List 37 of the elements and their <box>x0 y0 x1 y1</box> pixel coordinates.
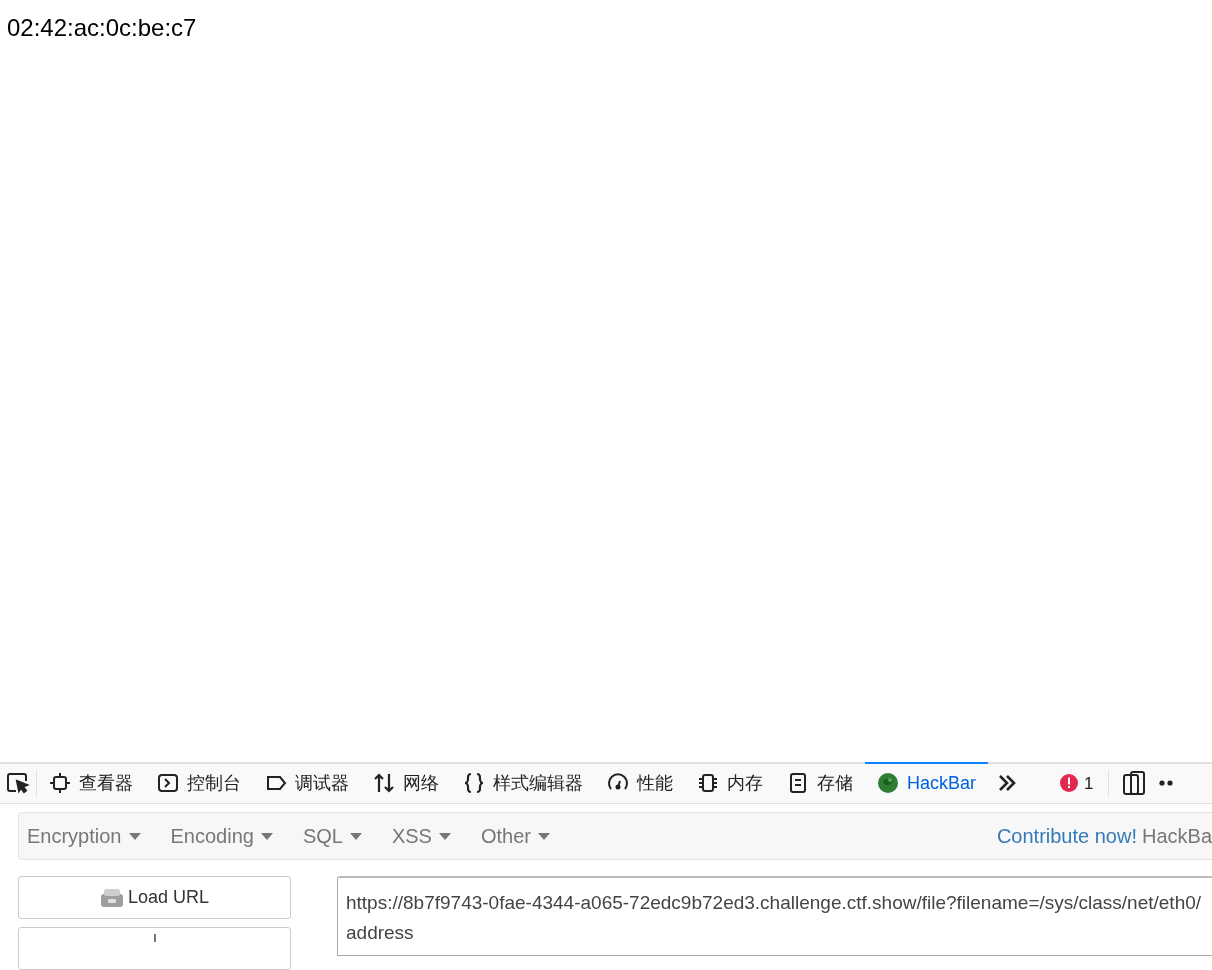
caret-icon <box>260 832 273 840</box>
chip-icon <box>697 772 719 795</box>
caret-icon <box>438 832 451 840</box>
console-icon <box>157 772 179 795</box>
contribute-link[interactable]: Contribute now! <box>996 821 1137 851</box>
error-count: 1 <box>1084 772 1094 795</box>
devtools-tab[interactable]: 查看器 <box>37 763 145 803</box>
extension-logo-icon <box>877 772 899 795</box>
menu-dropdown[interactable]: Encoding <box>170 821 273 851</box>
error-icon <box>1060 774 1079 793</box>
caret-icon <box>538 832 550 840</box>
hackbar-brand: HackBa <box>1141 824 1212 849</box>
devtools-tab[interactable]: 存储 <box>775 763 865 803</box>
menu-dropdown[interactable]: Other <box>480 821 550 851</box>
devtools-tab[interactable]: 样式编辑器 <box>451 763 595 803</box>
element-picker-icon[interactable] <box>6 772 30 795</box>
inspector-icon <box>49 772 71 795</box>
devtools-tab[interactable]: 性能 <box>595 763 685 803</box>
devtools-tab[interactable]: 网络 <box>361 763 451 803</box>
devtools-tab[interactable]: HackBar <box>865 761 989 803</box>
load-url-button[interactable]: Load URL <box>18 876 291 919</box>
storage-icon <box>787 772 809 795</box>
braces-icon <box>463 772 485 795</box>
devtools-tab[interactable]: 调试器 <box>253 763 361 803</box>
page-text: 02:42:ac:0c:be:c7 <box>7 14 197 41</box>
menu-dropdown[interactable]: XSS <box>391 821 451 851</box>
devtools-tab[interactable]: 内存 <box>685 763 775 803</box>
more-icon[interactable] <box>1158 780 1173 787</box>
menu-dropdown[interactable]: Encryption <box>27 821 141 851</box>
up-down-arrows-icon <box>373 772 395 795</box>
responsive-design-icon[interactable] <box>1122 771 1145 796</box>
caret-icon <box>349 832 362 840</box>
drive-icon <box>99 887 124 908</box>
devtools-tab[interactable]: 控制台 <box>145 763 253 803</box>
url-field[interactable]: https://8b7f9743-0fae-4344-a065-72edc9b72ed3.challenge.ctf.show/file?filename=/sys/class/net/eth0/address <box>337 876 1212 956</box>
menu-dropdown[interactable]: SQL <box>302 821 362 851</box>
caret-icon <box>128 832 141 840</box>
